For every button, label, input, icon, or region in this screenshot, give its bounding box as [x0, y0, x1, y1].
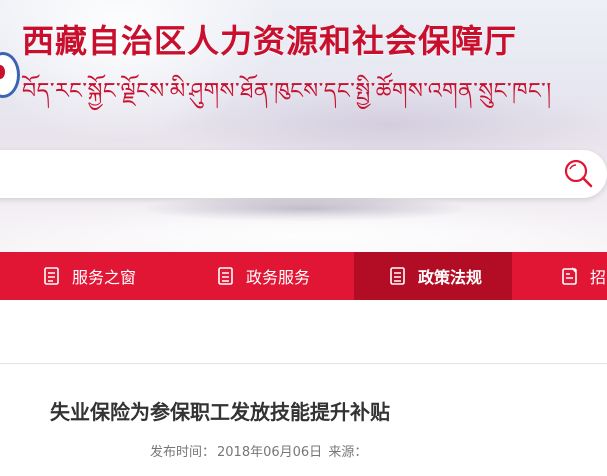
nav-item-label: 服务之窗 — [72, 268, 137, 287]
search-input[interactable] — [0, 150, 530, 198]
nav-item-service-window[interactable]: 服务之窗 — [42, 252, 136, 300]
edit-document-icon — [562, 267, 577, 285]
nav-item-label: 政务服务 — [246, 268, 311, 287]
nav-item-label: 招 — [590, 268, 607, 287]
list-document-icon — [218, 267, 233, 285]
article-meta: 发布时间： 2018年06月06日 来源： — [150, 441, 369, 460]
list-document-icon — [390, 267, 405, 285]
publish-label: 发布时间： — [150, 445, 216, 460]
content-divider — [0, 363, 607, 364]
publish-date: 2018年06月06日 — [217, 445, 323, 460]
nav-item-recruitment[interactable]: 招 — [560, 252, 606, 300]
site-title-tibetan: བོད་རང་སྐྱོང་ལྗོངས་མི་ཤུགས་ཐོན་ཁུངས་དང་ས… — [22, 79, 552, 104]
site-banner: 西藏自治区人力资源和社会保障厅 བོད་རང་སྐྱོང་ལྗོངས་མི་ཤུ… — [0, 0, 607, 252]
nav-item-government-services[interactable]: 政务服务 — [216, 252, 310, 300]
main-nav: 服务之窗 政务服务 政策法规 招 — [0, 252, 607, 300]
search-icon — [564, 159, 593, 188]
banner-mist — [0, 200, 607, 252]
site-title: 西藏自治区人力资源和社会保障厅 — [22, 22, 518, 60]
search-bar — [0, 150, 607, 198]
source-label: 来源： — [328, 445, 368, 460]
nav-item-label: 政策法规 — [418, 268, 483, 287]
search-button[interactable] — [560, 156, 598, 192]
nav-item-policies-regulations[interactable]: 政策法规 — [354, 252, 512, 300]
document-icon — [44, 267, 59, 285]
article-title: 失业保险为参保职工发放技能提升补贴 — [50, 400, 390, 424]
